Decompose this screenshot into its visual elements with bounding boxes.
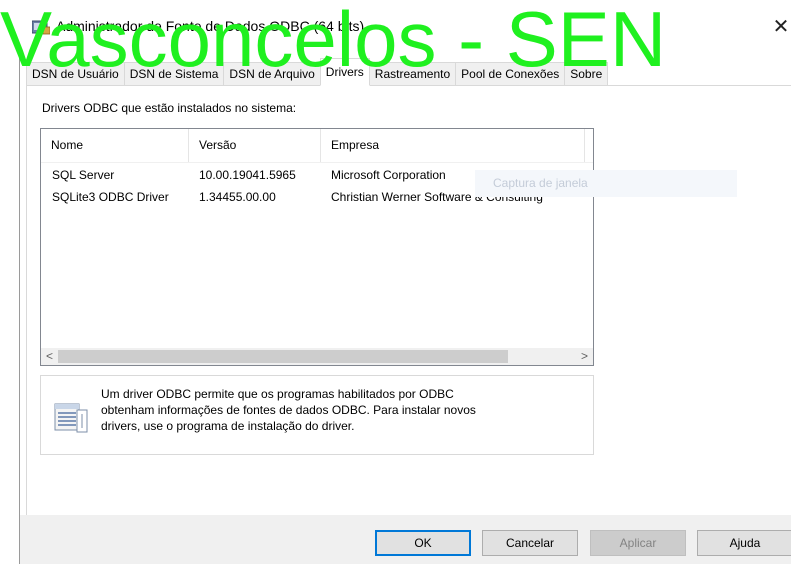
- driver-name: SQLite3 ODBC Driver: [52, 190, 169, 204]
- title-bar: Administrador de Fonte de Dados ODBC (64…: [0, 0, 791, 52]
- driver-version: 10.00.19041.5965: [199, 168, 296, 182]
- scroll-left-icon[interactable]: <: [41, 348, 58, 365]
- drivers-label: Drivers ODBC que estão instalados no sis…: [42, 101, 297, 115]
- capture-overlay: Captura de janela: [475, 170, 737, 197]
- tab-pool-conexoes[interactable]: Pool de Conexões: [455, 62, 566, 86]
- help-button[interactable]: Ajuda: [697, 530, 791, 556]
- column-header-versao[interactable]: Versão: [189, 129, 321, 162]
- window-left-border: [19, 52, 20, 564]
- tab-dsn-arquivo[interactable]: DSN de Arquivo: [223, 62, 321, 86]
- tab-drivers[interactable]: Drivers: [319, 58, 370, 86]
- close-icon[interactable]: ✕: [766, 12, 791, 42]
- cancel-button[interactable]: Cancelar: [482, 530, 578, 556]
- tab-sobre[interactable]: Sobre: [564, 62, 609, 86]
- info-line: Um driver ODBC permite que os programas …: [101, 387, 454, 401]
- tab-strip: DSN de Usuário DSN de Sistema DSN de Arq…: [26, 58, 609, 86]
- ok-button[interactable]: OK: [375, 530, 471, 556]
- tab-rastreamento[interactable]: Rastreamento: [368, 62, 457, 86]
- odbc-admin-icon: [32, 20, 50, 35]
- tab-dsn-usuario[interactable]: DSN de Usuário: [26, 62, 125, 86]
- driver-name: SQL Server: [52, 168, 115, 182]
- apply-button[interactable]: Aplicar: [590, 530, 686, 556]
- column-header-empresa[interactable]: Empresa: [321, 129, 585, 162]
- driver-company: Microsoft Corporation: [331, 168, 446, 182]
- info-line: drivers, use o programa de instalação do…: [101, 419, 355, 433]
- driver-version: 1.34455.00.00: [199, 190, 276, 204]
- info-box: Um driver ODBC permite que os programas …: [40, 375, 594, 455]
- list-header: Nome Versão Empresa: [41, 129, 593, 163]
- scroll-right-icon[interactable]: >: [576, 348, 593, 365]
- info-text: Um driver ODBC permite que os programas …: [101, 386, 581, 434]
- window-title: Administrador de Fonte de Dados ODBC (64…: [56, 18, 365, 34]
- scrollbar-thumb[interactable]: [58, 350, 508, 363]
- column-header-nome[interactable]: Nome: [41, 129, 189, 162]
- tab-dsn-sistema[interactable]: DSN de Sistema: [123, 62, 225, 86]
- info-line: obtenham informações de fontes de dados …: [101, 403, 476, 417]
- drivers-list[interactable]: Nome Versão Empresa SQL Server 10.00.190…: [40, 128, 594, 366]
- horizontal-scrollbar[interactable]: < >: [41, 348, 593, 365]
- database-info-icon: [54, 403, 88, 433]
